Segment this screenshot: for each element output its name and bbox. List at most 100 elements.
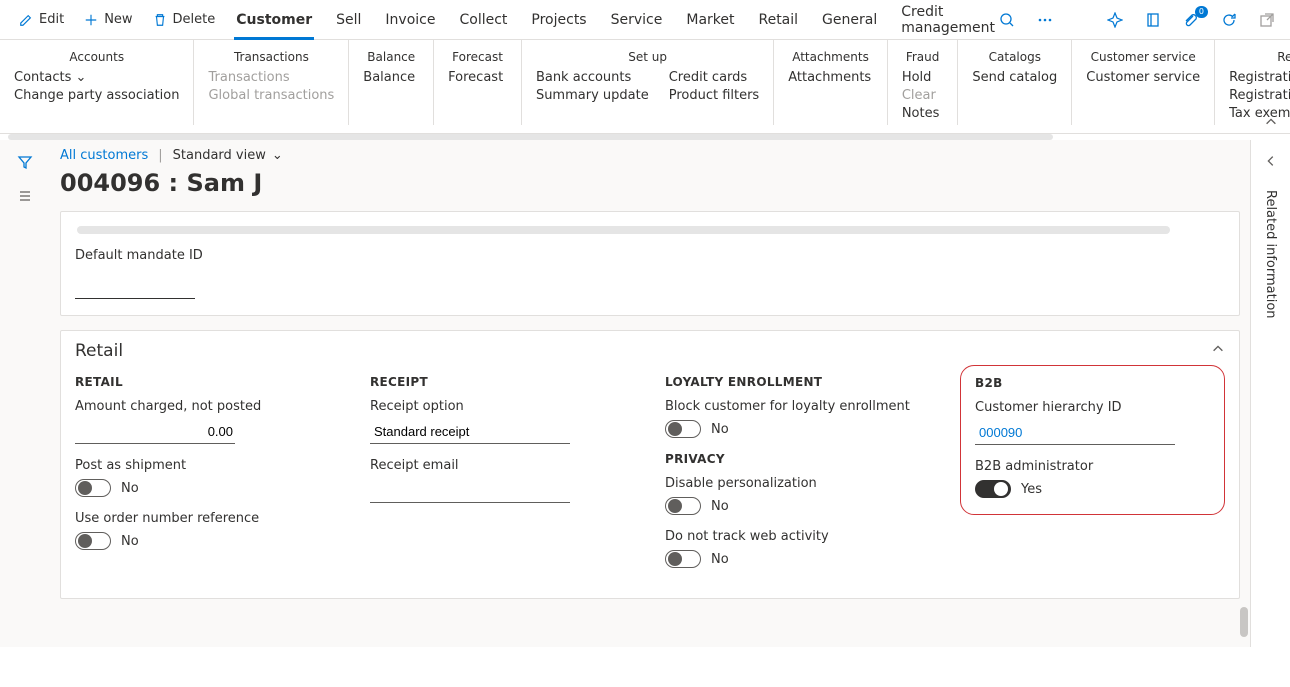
useorder-toggle[interactable] — [75, 532, 111, 550]
filter-icon[interactable] — [15, 152, 35, 172]
hierarchy-input[interactable] — [975, 421, 1175, 445]
attachments-icon[interactable]: 0 — [1181, 10, 1201, 30]
delete-label: Delete — [173, 12, 216, 27]
ribbon-item-balance[interactable]: Balance — [363, 70, 419, 85]
command-bar-right: 0 — [997, 10, 1290, 30]
disable-personalization-toggle[interactable] — [665, 497, 701, 515]
breadcrumb-link[interactable]: All customers — [60, 148, 148, 163]
delete-button[interactable]: Delete — [144, 6, 225, 33]
left-rail — [0, 140, 50, 647]
tab-customer[interactable]: Customer — [234, 4, 314, 36]
ribbon-title: Attachments — [788, 44, 873, 70]
ribbon-group-forecast: Forecast Forecast — [434, 40, 522, 125]
dnt-label: Do not track web activity — [665, 529, 930, 544]
ribbon-item-notes[interactable]: Notes — [902, 106, 944, 121]
tab-market[interactable]: Market — [684, 4, 736, 36]
tab-service[interactable]: Service — [609, 4, 665, 36]
ribbon-item-tax-exempt-search[interactable]: Tax exempt number searc — [1229, 106, 1290, 121]
chevron-left-icon[interactable] — [1264, 154, 1278, 172]
b2b-admin-label: B2B administrator — [975, 459, 1210, 474]
tab-invoice[interactable]: Invoice — [383, 4, 437, 36]
ribbon-item-registration-id-search[interactable]: Registration ID search — [1229, 88, 1290, 103]
chevron-down-icon: ⌄ — [272, 148, 283, 163]
receipt-option-label: Receipt option — [370, 399, 635, 414]
action-pane-tabs: Customer Sell Invoice Collect Projects S… — [234, 0, 997, 44]
b2b-admin-value: Yes — [1021, 482, 1042, 497]
ribbon-item-forecast[interactable]: Forecast — [448, 70, 507, 85]
ribbon-item-send-catalog[interactable]: Send catalog — [972, 70, 1057, 85]
block-loyalty-toggle[interactable] — [665, 420, 701, 438]
inner-scrollbar[interactable] — [77, 226, 1170, 234]
chevron-down-icon: ⌄ — [76, 70, 87, 85]
dnt-toggle[interactable] — [665, 550, 701, 568]
ribbon-group-catalogs: Catalogs Send catalog — [958, 40, 1072, 125]
section-title: Retail — [75, 341, 123, 361]
edit-icon — [19, 13, 33, 27]
vertical-scrollbar[interactable] — [1240, 607, 1248, 637]
ribbon-group-setup: Set up Bank accounts Summary update Cred… — [522, 40, 774, 125]
ribbon-item-credit-cards[interactable]: Credit cards — [669, 70, 760, 85]
tab-collect[interactable]: Collect — [457, 4, 509, 36]
view-selector[interactable]: Standard view ⌄ — [173, 148, 283, 163]
ribbon-title: Registration — [1229, 44, 1290, 70]
col-head-receipt: RECEIPT — [370, 375, 635, 389]
retail-columns: RETAIL Amount charged, not posted Post a… — [75, 375, 1225, 582]
tab-general[interactable]: General — [820, 4, 879, 36]
breadcrumb: All customers | Standard view ⌄ — [60, 148, 1240, 163]
ribbon-collapse[interactable] — [1262, 113, 1280, 131]
copilot-icon[interactable] — [1105, 10, 1125, 30]
ribbon-item-customer-service[interactable]: Customer service — [1086, 70, 1200, 85]
ribbon-item-global-transactions: Global transactions — [208, 88, 334, 103]
search-icon[interactable] — [997, 10, 1017, 30]
col-head-loyalty: LOYALTY ENROLLMENT — [665, 375, 930, 389]
dnt-value: No — [711, 552, 729, 567]
ribbon-item-attachments[interactable]: Attachments — [788, 70, 873, 85]
tab-retail[interactable]: Retail — [756, 4, 800, 36]
tab-credit-management[interactable]: Credit management — [899, 0, 997, 44]
ribbon-item-registration-ids[interactable]: Registration IDs — [1229, 70, 1290, 85]
new-button[interactable]: New — [75, 6, 141, 33]
col-head-b2b: B2B — [975, 376, 1210, 390]
receipt-email-label: Receipt email — [370, 458, 635, 473]
refresh-icon[interactable] — [1219, 10, 1239, 30]
b2b-col: B2B Customer hierarchy ID B2B administra… — [960, 375, 1225, 582]
command-bar: Edit New Delete Customer Sell Invoice Co… — [0, 0, 1290, 40]
main-content: All customers | Standard view ⌄ 004096 :… — [50, 140, 1250, 647]
section-header[interactable]: Retail — [75, 341, 1225, 361]
post-shipment-toggle[interactable] — [75, 479, 111, 497]
block-loyalty-value: No — [711, 422, 729, 437]
chevron-up-icon — [1211, 341, 1225, 361]
ribbon-item-transactions: Transactions — [208, 70, 334, 85]
ribbon-group-fraud: Fraud Hold Clear Notes — [888, 40, 959, 125]
list-icon[interactable] — [15, 186, 35, 206]
ribbon-item-clear: Clear — [902, 88, 944, 103]
ribbon-item-product-filters[interactable]: Product filters — [669, 88, 760, 103]
ribbon-item-bank-accounts[interactable]: Bank accounts — [536, 70, 649, 85]
receipt-option-input[interactable] — [370, 420, 570, 444]
ribbon-title: Balance — [363, 44, 419, 70]
useorder-value: No — [121, 534, 139, 549]
page-title: 004096 : Sam J — [60, 169, 1240, 197]
tab-sell[interactable]: Sell — [334, 4, 363, 36]
ribbon-item-hold[interactable]: Hold — [902, 70, 944, 85]
ribbon: Accounts Contacts ⌄ Change party associa… — [0, 40, 1290, 134]
new-label: New — [104, 12, 132, 27]
ribbon-item-change-party[interactable]: Change party association — [14, 88, 179, 103]
amount-label: Amount charged, not posted — [75, 399, 340, 414]
edit-button[interactable]: Edit — [10, 6, 73, 33]
related-information-label[interactable]: Related information — [1263, 190, 1278, 319]
amount-input[interactable] — [75, 420, 235, 444]
ribbon-item-contacts[interactable]: Contacts ⌄ — [14, 70, 179, 85]
popout-icon[interactable] — [1257, 10, 1277, 30]
retail-col: RETAIL Amount charged, not posted Post a… — [75, 375, 340, 582]
receipt-email-input[interactable] — [370, 479, 570, 503]
command-bar-left: Edit New Delete Customer Sell Invoice Co… — [10, 0, 997, 44]
b2b-admin-toggle[interactable] — [975, 480, 1011, 498]
office-icon[interactable] — [1143, 10, 1163, 30]
plus-icon — [84, 13, 98, 27]
more-icon[interactable] — [1035, 10, 1055, 30]
default-mandate-input[interactable] — [75, 275, 195, 299]
retail-section: Retail RETAIL Amount charged, not posted… — [60, 330, 1240, 599]
tab-projects[interactable]: Projects — [529, 4, 588, 36]
ribbon-item-summary-update[interactable]: Summary update — [536, 88, 649, 103]
